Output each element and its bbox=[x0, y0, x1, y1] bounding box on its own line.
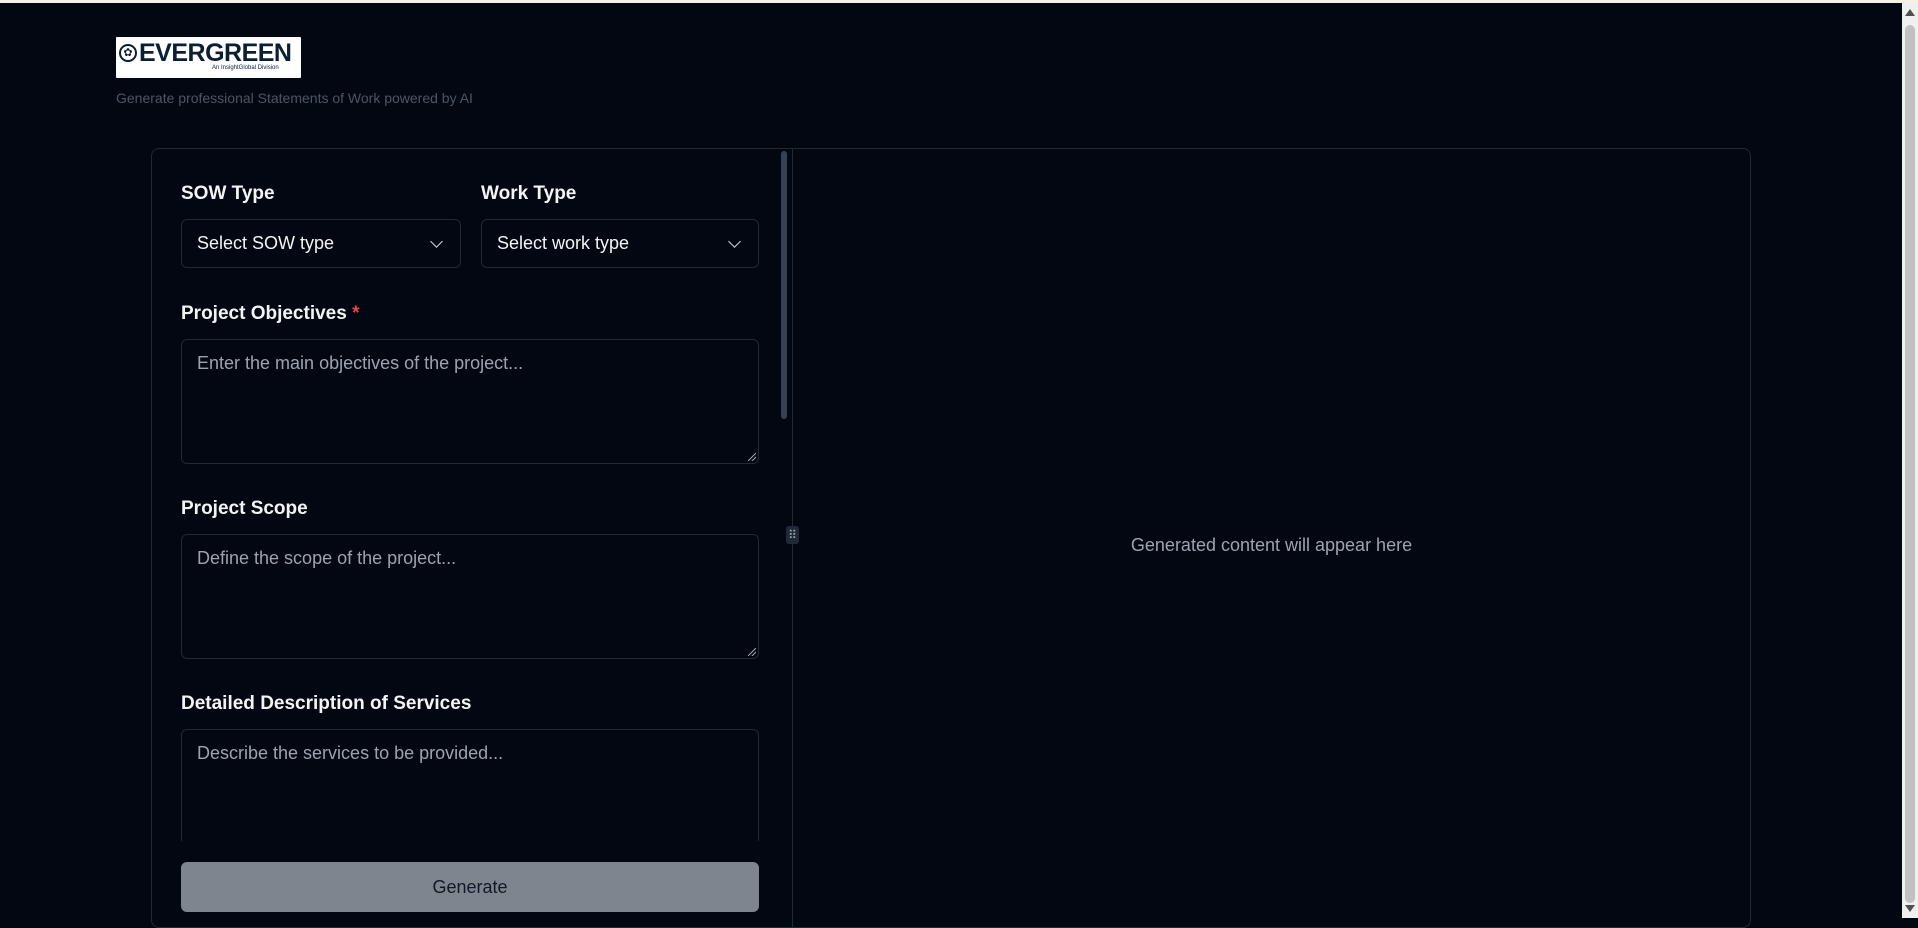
work-type-value: Select work type bbox=[497, 233, 630, 253]
generator-card: SOW Type Work Type Select SOW type Selec… bbox=[151, 148, 1751, 928]
form-pane: SOW Type Work Type Select SOW type Selec… bbox=[152, 149, 792, 927]
page-scrollbar-thumb[interactable] bbox=[1905, 25, 1915, 903]
services-textarea[interactable]: Describe the services to be provided... bbox=[181, 729, 759, 841]
evergreen-logo: ✿ EVERGREEN An InsightGlobal Division bbox=[116, 37, 301, 78]
chevron-down-icon bbox=[430, 234, 443, 248]
window-top-edge bbox=[0, 0, 1918, 3]
scope-textarea[interactable]: Define the scope of the project... bbox=[181, 534, 759, 659]
logo-subtitle: An InsightGlobal Division bbox=[212, 65, 279, 71]
generate-button[interactable]: Generate bbox=[181, 862, 759, 912]
objectives-label: Project Objectives * bbox=[181, 303, 359, 325]
scroll-down-icon[interactable] bbox=[1905, 905, 1915, 912]
sow-type-label: SOW Type bbox=[181, 183, 275, 204]
objectives-textarea[interactable]: Enter the main objectives of the project… bbox=[181, 339, 759, 464]
resize-handle-icon[interactable] bbox=[748, 453, 756, 461]
output-pane: Generated content will appear here bbox=[793, 149, 1750, 927]
scope-label: Project Scope bbox=[181, 498, 308, 519]
services-label: Detailed Description of Services bbox=[181, 693, 472, 714]
work-type-label: Work Type bbox=[481, 183, 577, 204]
objectives-label-text: Project Objectives bbox=[181, 303, 347, 324]
page-scrollbar[interactable] bbox=[1902, 3, 1918, 918]
required-mark: * bbox=[352, 303, 360, 324]
scope-placeholder: Define the scope of the project... bbox=[197, 548, 457, 568]
form-scrollbar[interactable] bbox=[781, 151, 787, 419]
page-tagline: Generate professional Statements of Work… bbox=[116, 90, 473, 106]
work-type-select[interactable]: Select work type bbox=[481, 219, 759, 268]
evergreen-logo-icon: ✿ bbox=[119, 44, 137, 62]
sow-type-value: Select SOW type bbox=[197, 233, 335, 253]
chevron-down-icon bbox=[728, 234, 741, 248]
logo-wordmark: EVERGREEN bbox=[139, 39, 292, 67]
resize-handle-icon[interactable] bbox=[748, 648, 756, 656]
scroll-up-icon[interactable] bbox=[1905, 9, 1915, 16]
services-placeholder: Describe the services to be provided... bbox=[197, 743, 504, 763]
header: ✿ EVERGREEN An InsightGlobal Division Ge… bbox=[116, 37, 473, 106]
sow-type-select[interactable]: Select SOW type bbox=[181, 219, 461, 268]
output-placeholder: Generated content will appear here bbox=[1130, 535, 1413, 555]
objectives-placeholder: Enter the main objectives of the project… bbox=[197, 353, 524, 373]
